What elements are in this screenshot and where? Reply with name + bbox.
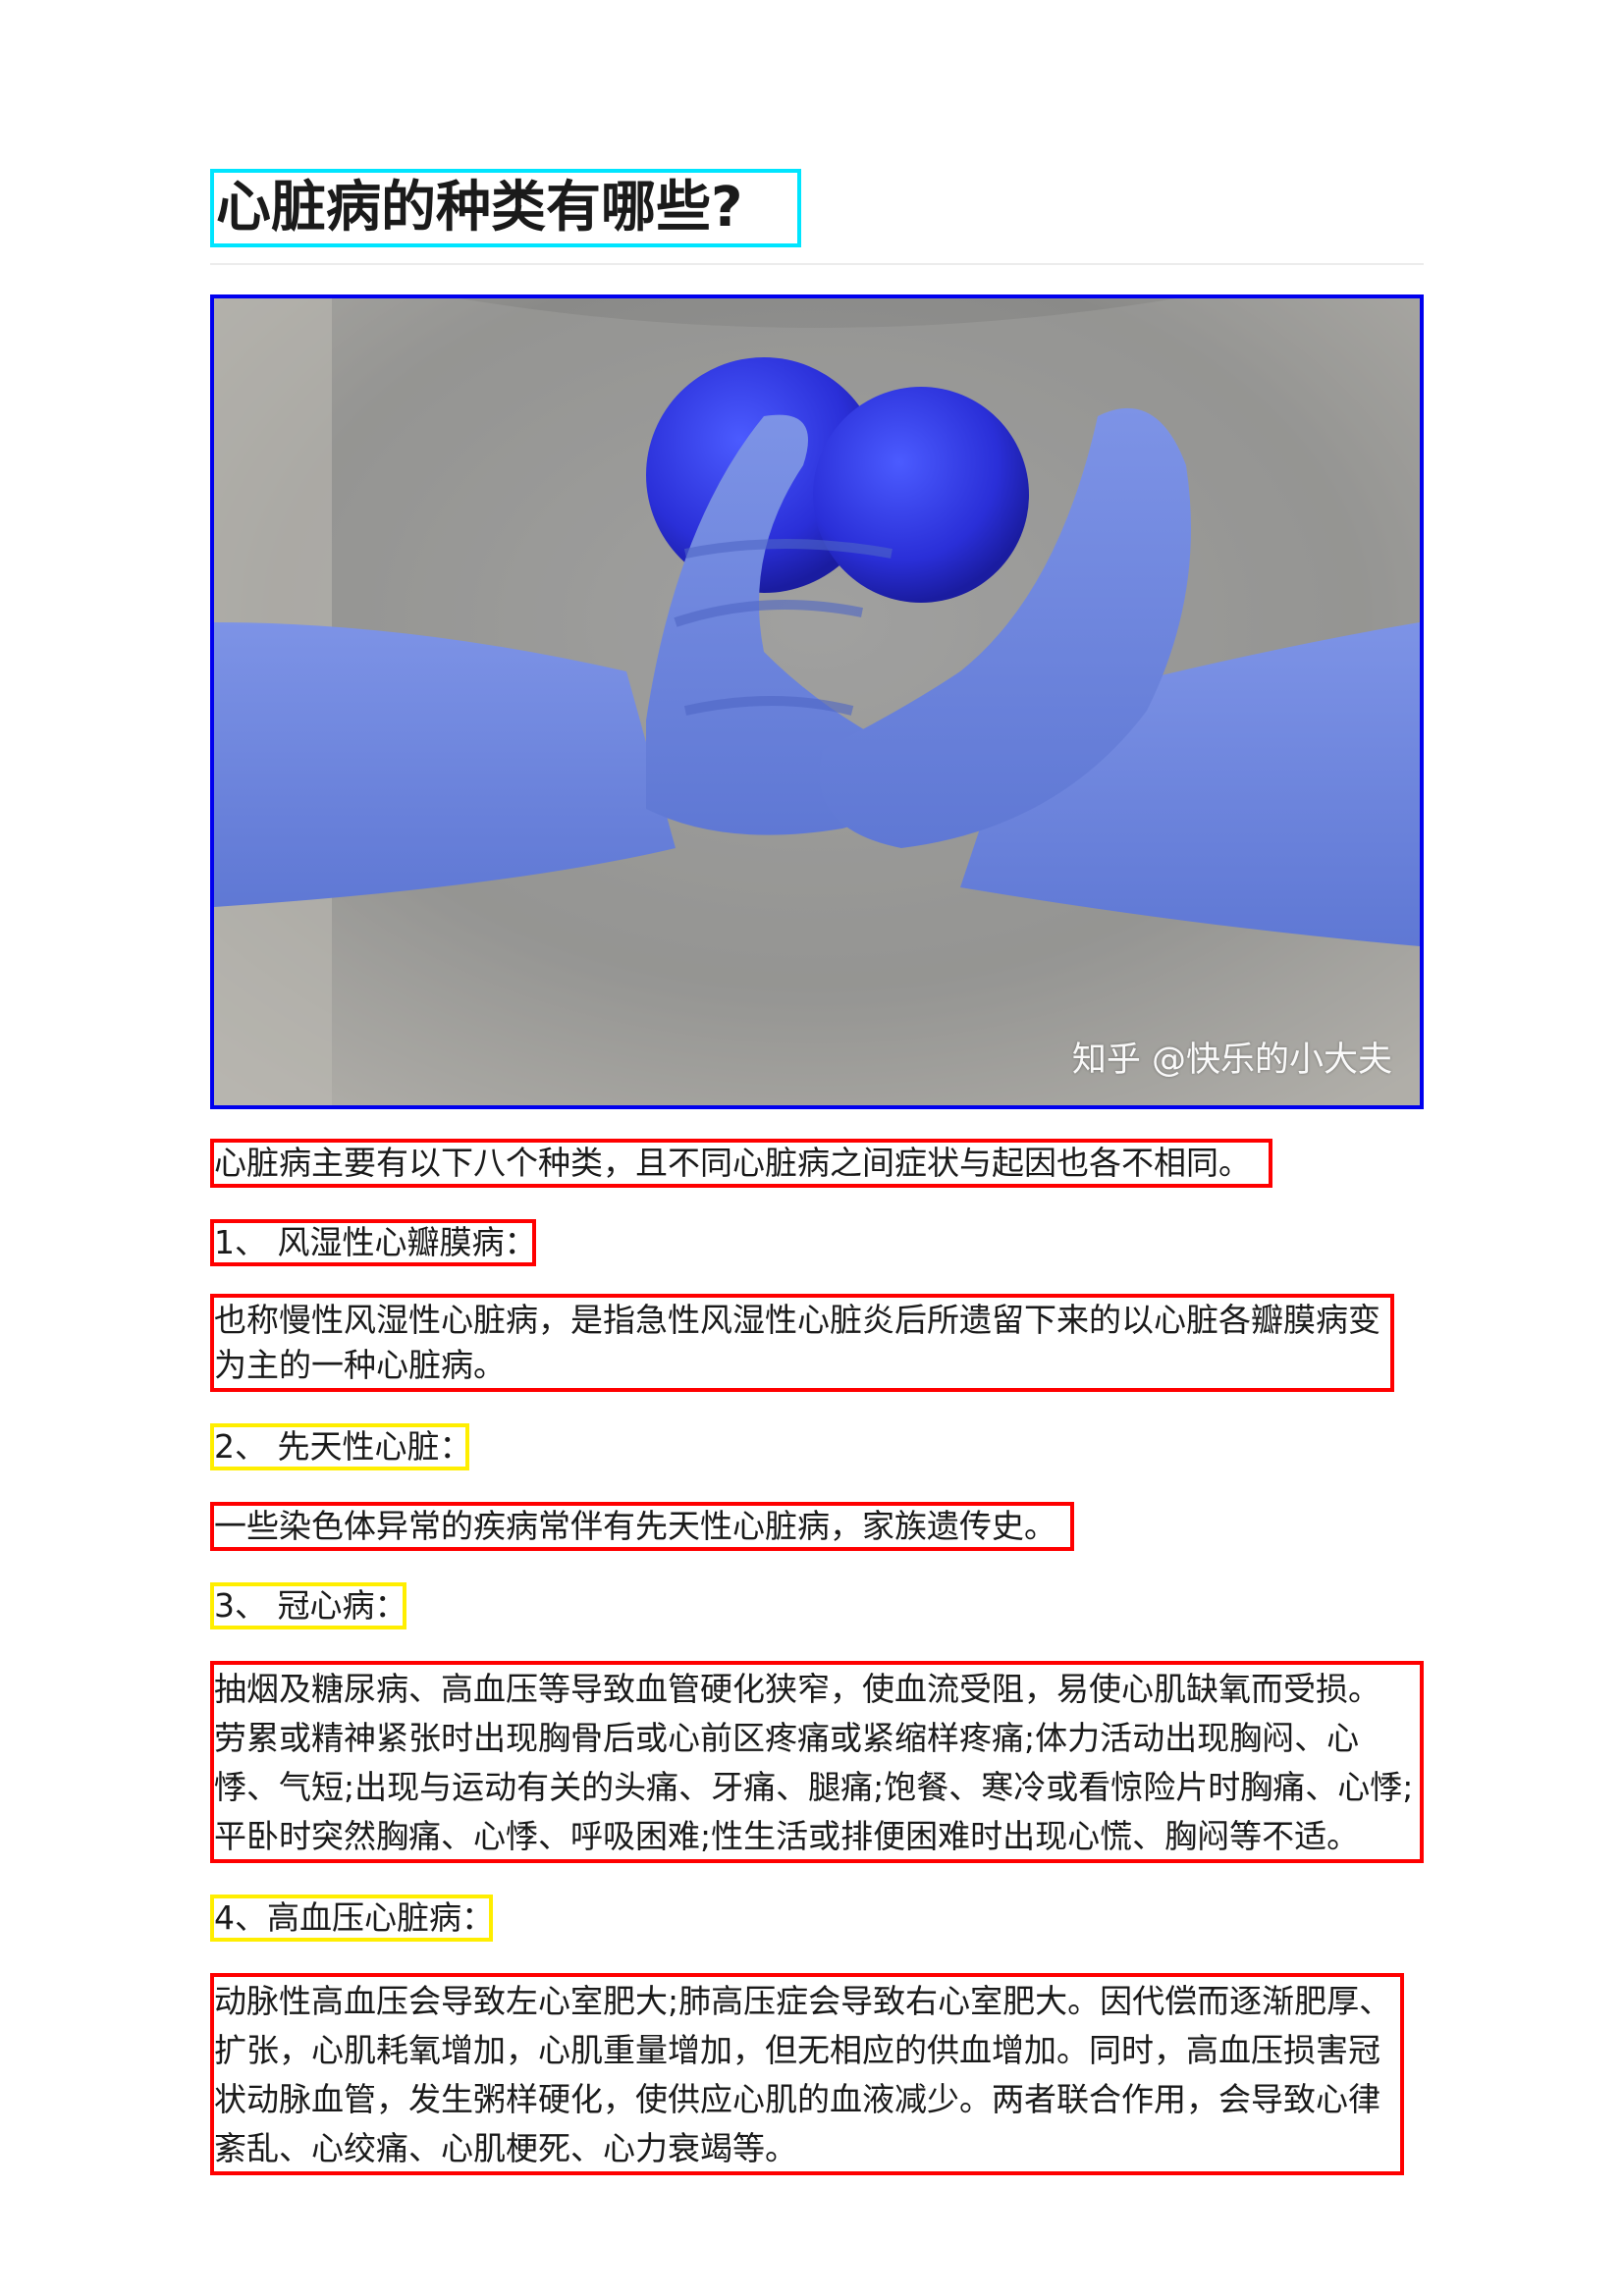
section-text-2: 一些染色体异常的疾病常伴有先天性心脏病，家族遗传史。 [210,1502,1074,1551]
section-text-4: 动脉性高血压会导致左心室肥大;肺高压症会导致右心室肥大。因代偿而逐渐肥厚、 扩张… [210,1973,1404,2175]
text-line: 也称慢性风湿性心脏病，是指急性风湿性心脏炎后所遗留下来的以心脏各瓣膜病变 [214,1301,1380,1339]
text-line: 平卧时突然胸痛、心悸、呼吸困难;性生活或排便困难时出现心慌、胸闷等不适。 [214,1817,1360,1855]
text-line: 状动脉血管，发生粥样硬化，使供应心肌的血液减少。两者联合作用，会导致心律 [214,2080,1380,2118]
image-watermark: 知乎 @快乐的小大夫 [1071,1041,1392,1080]
text-line: 悸、气短;出现与运动有关的头痛、牙痛、腿痛;饱餐、寒冷或看惊险片时胸痛、心悸; [214,1768,1414,1806]
text-line: 抽烟及糖尿病、高血压等导致血管硬化狭窄，使血流受阻，易使心肌缺氧而受损。 [214,1670,1380,1708]
text-line: 一些染色体异常的疾病常伴有先天性心脏病，家族遗传史。 [214,1507,1056,1545]
intro-paragraph: 心脏病主要有以下八个种类，且不同心脏病之间症状与起因也各不相同。 [210,1139,1272,1188]
section-heading-3: 3、 冠心病： [210,1582,406,1629]
chest-pain-photo [214,298,1420,1105]
text-line: 劳累或精神紧张时出现胸骨后或心前区疼痛或紧缩样疼痛;体力活动出现胸闷、心 [214,1719,1360,1757]
text-line: 紊乱、心绞痛、心肌梗死、心力衰竭等。 [214,2129,797,2167]
title-divider [210,263,1424,265]
section-text-3: 抽烟及糖尿病、高血压等导致血管硬化狭窄，使血流受阻，易使心肌缺氧而受损。 劳累或… [210,1661,1424,1863]
section-heading-1: 1、 风湿性心瓣膜病： [210,1219,536,1266]
section-heading-4: 4、高血压心脏病： [210,1895,493,1942]
article-figure: 知乎 @快乐的小大夫 [210,294,1424,1109]
section-text-1: 也称慢性风湿性心脏病，是指急性风湿性心脏炎后所遗留下来的以心脏各瓣膜病变 为主的… [210,1294,1394,1392]
text-line: 动脉性高血压会导致左心室肥大;肺高压症会导致右心室肥大。因代偿而逐渐肥厚、 [214,1982,1392,2020]
text-line: 扩张，心肌耗氧增加，心肌重量增加，但无相应的供血增加。同时，高血压损害冠 [214,2031,1380,2069]
article-title: 心脏病的种类有哪些? [210,169,801,247]
section-heading-2: 2、 先天性心脏： [210,1423,469,1470]
text-line: 为主的一种心脏病。 [214,1346,506,1384]
